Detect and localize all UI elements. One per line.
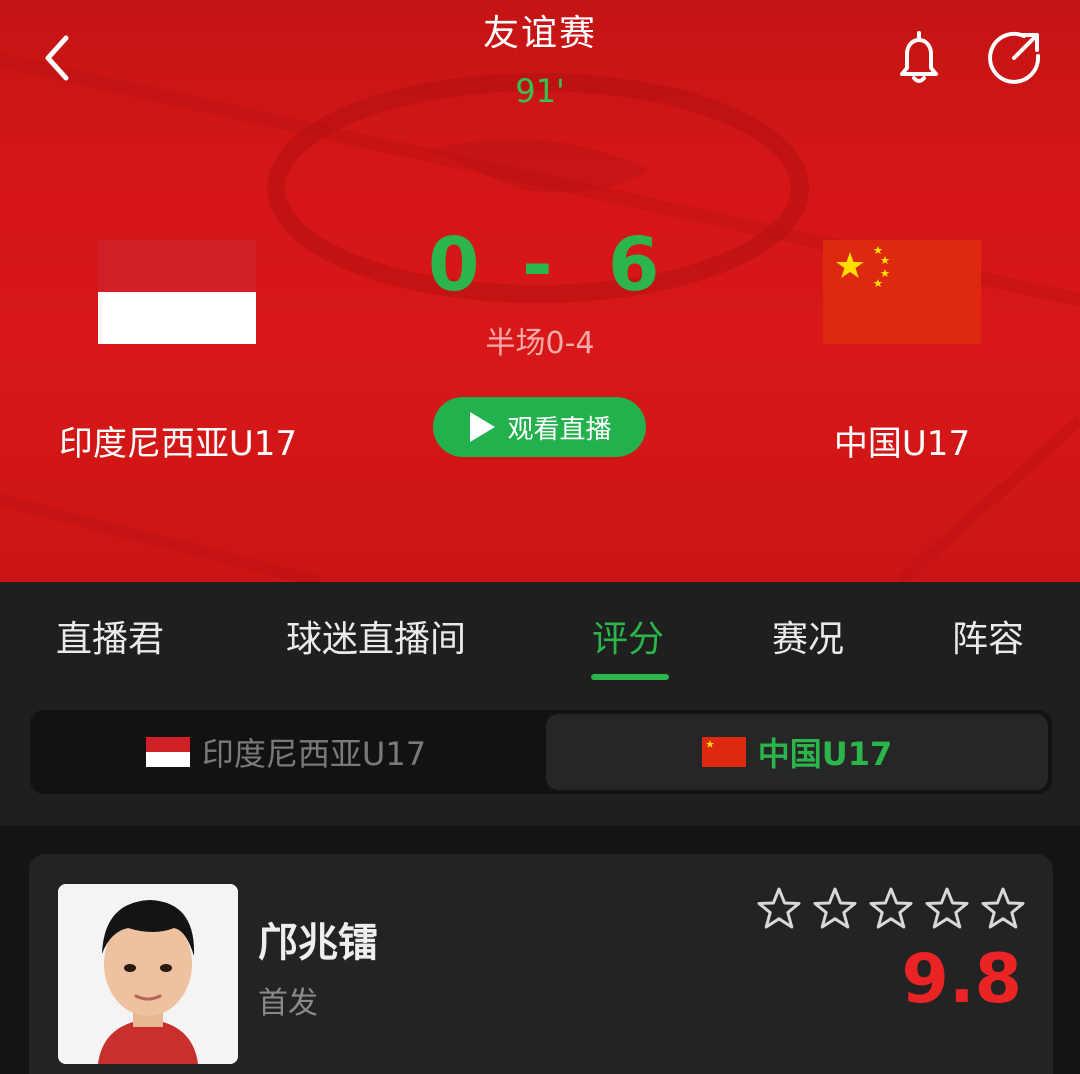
star-icon [925,887,969,929]
tab-fan-room[interactable]: 球迷直播间 [286,610,466,662]
tab-match-status[interactable]: 赛况 [772,610,844,662]
away-team-name: 中国U17 [833,424,971,464]
team-switch-away-label: 中国U17 [757,735,893,773]
share-button[interactable] [984,26,1046,88]
team-switch-home-label: 印度尼西亚U17 [201,735,427,773]
player-rating-score: 9.8 [901,940,1022,1019]
home-score: 0 [428,222,480,308]
score-separator: - [522,222,553,308]
player-avatar [58,884,238,1064]
player-photo [58,884,238,1064]
player-role: 首发 [258,986,318,1021]
star-icon [981,887,1025,929]
team-switch-home[interactable]: 印度尼西亚U17 [30,710,542,794]
share-icon [988,31,1041,84]
watch-live-label: 观看直播 [507,414,612,445]
home-mini-flag [145,737,190,767]
watch-live-button[interactable]: 观看直播 [433,397,646,457]
star-icon [813,887,857,929]
bell-icon [900,31,938,83]
score-display: 0 - 6 [390,222,690,312]
star-icon [757,887,801,929]
notification-button[interactable] [888,28,950,90]
star-icon [869,887,913,929]
player-name: 邝兆镭 [258,920,378,966]
active-tab-indicator [591,674,669,680]
star-rating[interactable] [756,886,1026,934]
tab-live-host[interactable]: 直播君 [56,610,164,662]
tab-ratings[interactable]: 评分 [592,610,664,662]
away-score: 6 [608,222,660,308]
halftime-score: 半场0-4 [485,326,595,361]
play-icon [470,412,496,442]
away-mini-flag [701,737,746,767]
home-team-name: 印度尼西亚U17 [58,424,298,464]
tab-lineup[interactable]: 阵容 [952,610,1024,662]
team-switch-away[interactable]: 中国U17 [546,714,1048,790]
